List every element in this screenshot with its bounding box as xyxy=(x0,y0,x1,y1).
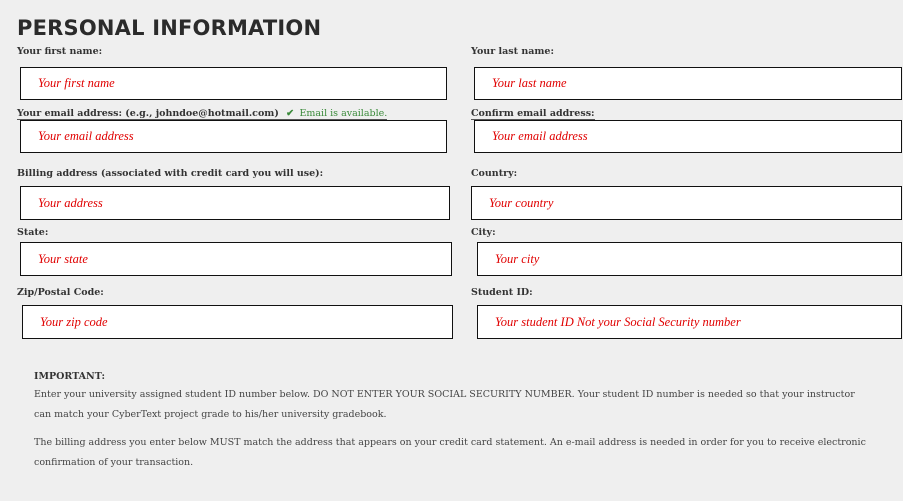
state-label: State: xyxy=(17,227,49,238)
student-id-label: Student ID: xyxy=(471,287,533,298)
zip-field[interactable]: Your zip code xyxy=(22,305,453,339)
city-field[interactable]: Your city xyxy=(477,242,902,276)
billing-address-field[interactable]: Your address xyxy=(20,186,450,220)
confirm-email-field[interactable]: Your email address xyxy=(474,120,902,153)
last-name-label: Your last name: xyxy=(471,46,554,57)
last-name-field[interactable]: Your last name xyxy=(474,67,902,100)
email-field[interactable]: Your email address xyxy=(20,120,447,153)
email-label-row: Your email address: (e.g., johndoe@hotma… xyxy=(17,108,388,120)
email-status: Email is available. xyxy=(299,108,388,119)
first-name-label: Your first name: xyxy=(17,46,103,57)
billing-address-label: Billing address (associated with credit … xyxy=(17,168,324,179)
checkmark-icon: ✔ xyxy=(286,108,295,119)
important-heading: IMPORTANT: xyxy=(34,371,105,382)
student-id-field[interactable]: Your student ID Not your Social Security… xyxy=(477,305,902,339)
notice-paragraph-2: The billing address you enter below MUST… xyxy=(34,437,866,468)
personal-information-panel: PERSONAL INFORMATION Your first name: Yo… xyxy=(0,0,903,501)
confirm-email-label: Confirm email address: xyxy=(471,108,595,120)
zip-label: Zip/Postal Code: xyxy=(17,287,104,298)
notice-paragraph-1: Enter your university assigned student I… xyxy=(34,389,855,420)
page-title: PERSONAL INFORMATION xyxy=(17,16,322,40)
city-label: City: xyxy=(471,227,496,238)
country-label: Country: xyxy=(471,168,518,179)
email-label: Your email address: (e.g., johndoe@hotma… xyxy=(17,108,279,119)
state-field[interactable]: Your state xyxy=(20,242,452,276)
country-field[interactable]: Your country xyxy=(471,186,902,220)
first-name-field[interactable]: Your first name xyxy=(20,67,447,100)
